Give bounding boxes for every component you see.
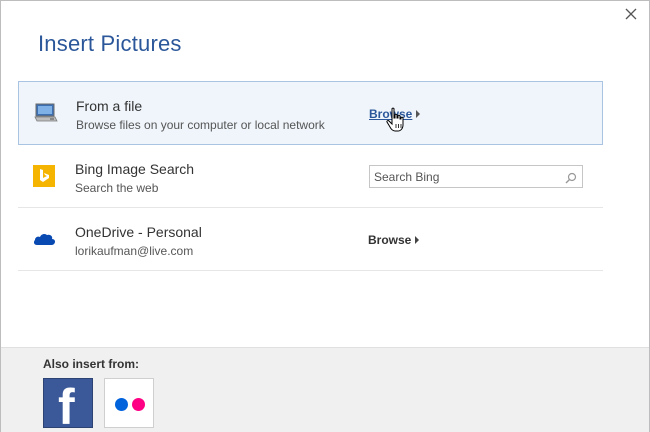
- search-icon[interactable]: [565, 171, 577, 189]
- option-title: OneDrive - Personal: [75, 224, 202, 240]
- facebook-button[interactable]: f: [43, 378, 93, 428]
- bing-search-input[interactable]: [370, 166, 550, 187]
- bing-icon: [33, 165, 55, 187]
- close-button[interactable]: [623, 6, 639, 22]
- also-insert-label: Also insert from:: [43, 357, 140, 371]
- facebook-icon: f: [58, 379, 75, 428]
- browse-label: Browse: [368, 233, 412, 247]
- flickr-blue-dot: [115, 398, 128, 411]
- insert-pictures-dialog: Insert Pictures From a file Browse files…: [0, 0, 650, 432]
- option-bing-image-search[interactable]: Bing Image Search Search the web: [18, 145, 603, 208]
- option-title: From a file: [76, 98, 143, 114]
- option-from-a-file[interactable]: From a file Browse files on your compute…: [18, 81, 603, 145]
- onedrive-icon: [33, 228, 56, 250]
- flickr-button[interactable]: [104, 378, 154, 428]
- chevron-right-icon: [415, 236, 420, 244]
- option-subtitle: lorikaufman@live.com: [75, 244, 194, 258]
- option-subtitle: Browse files on your computer or local n…: [76, 118, 325, 132]
- close-icon: [625, 8, 637, 20]
- computer-icon: [34, 102, 58, 124]
- option-onedrive-personal[interactable]: OneDrive - Personal lorikaufman@live.com…: [18, 208, 603, 271]
- browse-onedrive-button[interactable]: Browse: [368, 233, 420, 247]
- flickr-pink-dot: [132, 398, 145, 411]
- chevron-right-icon: [416, 110, 421, 118]
- option-subtitle: Search the web: [75, 181, 159, 195]
- bing-search-field[interactable]: [369, 165, 583, 188]
- hand-cursor-icon: [386, 107, 406, 138]
- also-insert-from-panel: Also insert from: f: [1, 347, 649, 432]
- dialog-title: Insert Pictures: [38, 31, 182, 56]
- option-title: Bing Image Search: [75, 161, 195, 177]
- source-options-list: From a file Browse files on your compute…: [18, 81, 603, 271]
